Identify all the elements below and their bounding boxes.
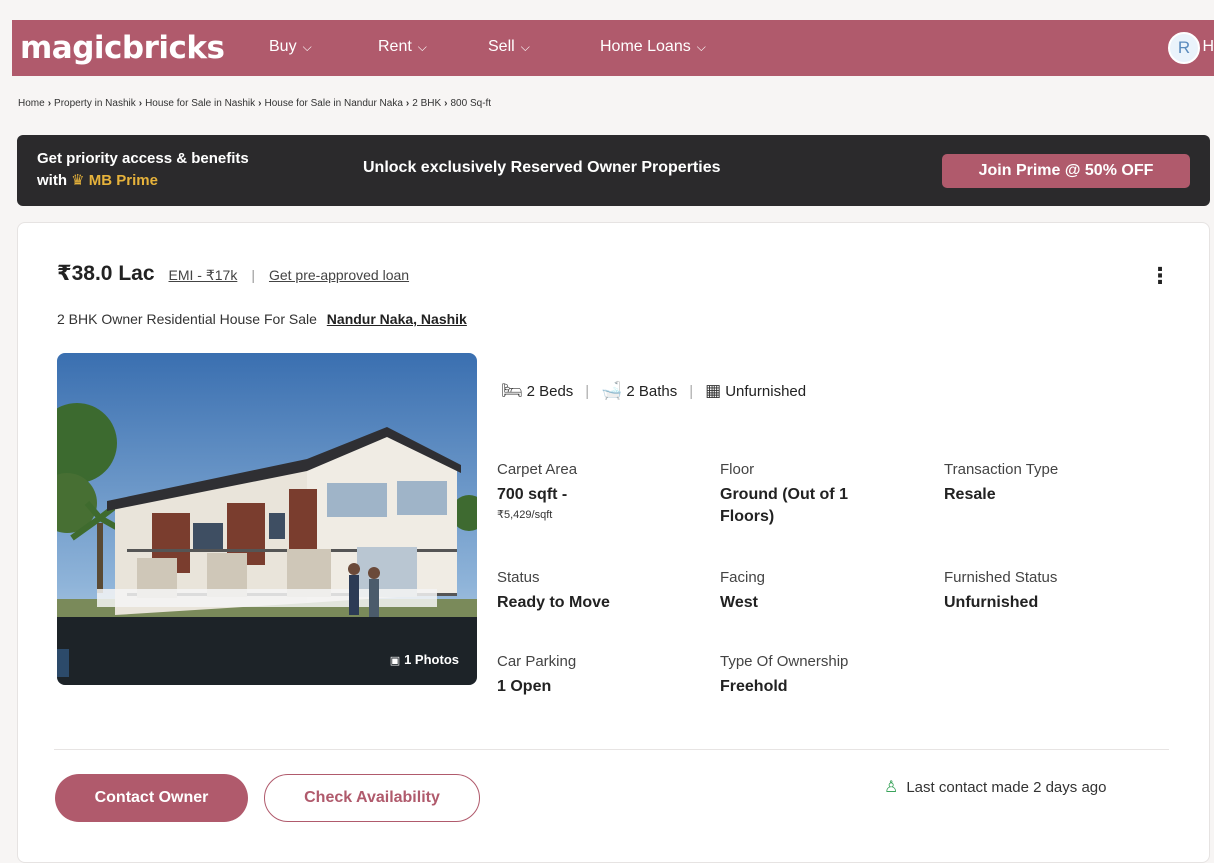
detail-transaction-type: Transaction Type Resale — [944, 461, 1058, 506]
house-rendering — [57, 353, 477, 685]
detail-label: Transaction Type — [944, 461, 1059, 478]
detail-label: Furnished Status — [944, 569, 1058, 586]
nav-item-sell[interactable]: Sell ⌵ — [488, 38, 530, 56]
detail-value: 700 sqft - — [497, 486, 568, 503]
breadcrumb: Home › Property in Nashik › House for Sale i… — [18, 98, 491, 109]
last-contact-info: ♙ Last contact made 2 days ago — [884, 777, 1106, 797]
nav-item-label: Home Loans — [600, 38, 691, 55]
amenities-row: 🛏 2 Beds | 🛁 2 Baths | ▦ Unfurnished — [501, 381, 806, 401]
breadcrumb-item[interactable]: House for Sale in Nashik — [145, 98, 255, 109]
join-prime-button[interactable]: Join Prime @ 50% OFF — [942, 154, 1190, 188]
breadcrumb-item[interactable]: House for Sale in Nandur Naka — [264, 98, 402, 109]
contact-owner-button[interactable]: Contact Owner — [55, 774, 248, 822]
chevron-down-icon: ⌵ — [417, 39, 427, 54]
card-divider — [54, 749, 1169, 750]
pre-approved-loan-link[interactable]: Get pre-approved loan — [269, 267, 409, 283]
prime-banner: Get priority access & benefits with ♛ MB… — [17, 135, 1210, 206]
prime-line-1: Get priority access & benefits — [37, 150, 249, 167]
detail-car-parking: Car Parking 1 Open — [497, 653, 576, 698]
price-per-sqft: ₹5,429/sqft — [497, 509, 553, 521]
detail-value: 1 Open — [497, 678, 552, 695]
breadcrumb-item[interactable]: Home — [18, 98, 45, 109]
nav-item-label: Buy — [269, 38, 297, 55]
furnishing-status: Unfurnished — [725, 382, 807, 400]
detail-label: Status — [497, 569, 540, 586]
user-avatar[interactable]: R — [1168, 32, 1200, 64]
prime-line-2: with ♛ MB Prime — [37, 170, 249, 192]
property-location-link[interactable]: Nandur Naka, Nashik — [327, 311, 467, 327]
breadcrumb-item[interactable]: 2 BHK — [412, 98, 441, 109]
photo-count-label: 1 Photos — [404, 652, 459, 667]
top-nav: magicbricks Buy ⌵ Rent ⌵ Sell ⌵ Home Loa… — [12, 20, 1214, 76]
chevron-down-icon: ⌵ — [696, 39, 706, 54]
detail-value: Resale — [944, 486, 996, 503]
nav-item-buy[interactable]: Buy ⌵ — [269, 38, 312, 56]
detail-label: Car Parking — [497, 653, 577, 670]
prime-headline: Unlock exclusively Reserved Owner Proper… — [363, 159, 721, 176]
nav-item-label: Sell — [488, 38, 515, 55]
bed-icon: 🛏 — [501, 381, 523, 400]
page: magicbricks Buy ⌵ Rent ⌵ Sell ⌵ Home Loa… — [0, 0, 1214, 863]
breadcrumb-separator: › — [258, 98, 262, 109]
user-name-truncated[interactable]: H — [1202, 38, 1214, 56]
crown-icon: ♛ — [71, 172, 85, 189]
nav-item-label: Rent — [378, 38, 412, 55]
breadcrumb-item-current: 800 Sq-ft — [450, 98, 492, 109]
bath-icon: 🛁 — [601, 381, 623, 400]
chevron-down-icon: ⌵ — [302, 39, 312, 54]
detail-status: Status Ready to Move — [497, 569, 610, 614]
beds-count: 2 Beds — [526, 382, 574, 400]
detail-label: Type Of Ownership — [720, 653, 849, 670]
detail-label: Facing — [720, 569, 766, 586]
detail-value: Ground (Out of 1 Floors) — [720, 486, 848, 525]
detail-furnished-status: Furnished Status Unfurnished — [944, 569, 1057, 614]
nav-item-home-loans[interactable]: Home Loans ⌵ — [600, 38, 706, 56]
price-row: ₹38.0 Lac EMI - ₹17k | Get pre-approved … — [57, 261, 409, 286]
emi-link[interactable]: EMI - ₹17k — [169, 267, 238, 284]
mb-prime-label: MB Prime — [88, 172, 158, 189]
baths-count: 2 Baths — [626, 382, 678, 400]
detail-value: West — [720, 594, 758, 611]
detail-facing: Facing West — [720, 569, 765, 614]
property-type: 2 BHK Owner Residential House For Sale — [57, 311, 317, 327]
breadcrumb-separator: › — [138, 98, 143, 109]
prime-line-2-prefix: with — [37, 172, 67, 189]
property-card: ₹38.0 Lac EMI - ₹17k | Get pre-approved … — [17, 222, 1210, 863]
check-availability-button[interactable]: Check Availability — [264, 774, 480, 822]
chevron-down-icon: ⌵ — [520, 39, 530, 54]
detail-value: Ready to Move — [497, 594, 610, 611]
nav-item-rent[interactable]: Rent ⌵ — [378, 38, 427, 56]
breadcrumb-separator: › — [47, 98, 52, 109]
detail-ownership: Type Of Ownership Freehold — [720, 653, 848, 698]
detail-carpet-area: Carpet Area 700 sqft - ₹5,429/sqft — [497, 461, 577, 521]
user-icon: ♙ — [884, 779, 899, 796]
detail-floor: Floor Ground (Out of 1 Floors) — [720, 461, 890, 528]
breadcrumb-separator: › — [444, 98, 448, 109]
property-price: ₹38.0 Lac — [57, 262, 155, 285]
divider: | — [689, 382, 694, 400]
photo-count[interactable]: ▣ 1 Photos — [390, 652, 459, 667]
divider: | — [251, 267, 255, 283]
property-photo[interactable]: ▣ 1 Photos — [57, 353, 477, 685]
detail-value: Unfurnished — [944, 594, 1039, 611]
detail-label: Carpet Area — [497, 461, 578, 478]
last-contact-text: Last contact made 2 days ago — [906, 778, 1107, 796]
site-logo[interactable]: magicbricks — [20, 30, 225, 66]
prime-promo-text: Get priority access & benefits with ♛ MB… — [37, 148, 249, 192]
detail-value: Freehold — [720, 678, 788, 695]
more-options-icon[interactable]: ⋮ — [1149, 263, 1171, 289]
breadcrumb-separator: › — [405, 98, 410, 109]
property-title: 2 BHK Owner Residential House For Sale N… — [57, 311, 467, 327]
detail-label: Floor — [720, 461, 755, 478]
breadcrumb-item[interactable]: Property in Nashik — [54, 98, 136, 109]
furniture-icon: ▦ — [705, 381, 722, 400]
photo-icon: ▣ — [389, 655, 401, 667]
divider: | — [585, 382, 590, 400]
